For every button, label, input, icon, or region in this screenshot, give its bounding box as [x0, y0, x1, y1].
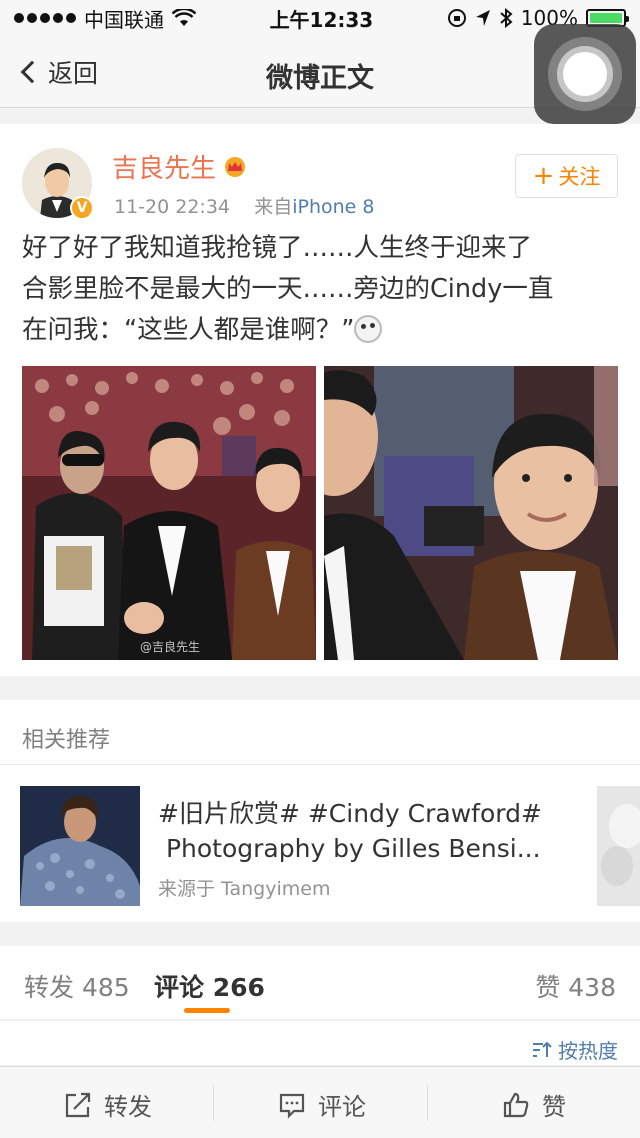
post-meta: 11-20 22:34 来自iPhone 8: [114, 192, 374, 219]
post-source[interactable]: iPhone 8: [292, 196, 374, 218]
related-text-line: Photography by Gilles Bensi...: [158, 834, 541, 863]
comment-button[interactable]: 评论: [278, 1087, 366, 1122]
source-prefix: 来自: [254, 196, 293, 218]
sort-icon: [533, 1041, 552, 1057]
status-left: 中国联通: [14, 4, 196, 33]
carrier-label: 中国联通: [84, 7, 164, 32]
divider: [213, 1085, 214, 1121]
follow-button[interactable]: + 关注: [515, 154, 618, 198]
comment-icon: [279, 1093, 305, 1119]
like-count: 438: [568, 973, 616, 1002]
post-text: 好了好了我知道我抢镜了……人生终于迎来了 合影里脸不是最大的一天……旁边的Cin…: [22, 228, 622, 351]
related-text-line: #旧片欣赏# #Cindy Crawford#: [158, 799, 542, 828]
weibo-post: V 吉良先生 11-20 22:34 来自iPhone 8 + 关注 好了好了我…: [0, 124, 640, 676]
post-image-2[interactable]: [324, 366, 618, 660]
related-item-text[interactable]: #旧片欣赏# #Cindy Crawford# Photography by G…: [158, 796, 578, 866]
bottom-toolbar: 转发 评论 赞: [0, 1066, 640, 1138]
post-text-line-3: 在问我：“这些人都是谁啊？”: [22, 310, 622, 351]
rotation-lock-icon: [447, 9, 466, 27]
sort-row: 按热度: [0, 1021, 640, 1065]
verified-badge-icon: V: [70, 196, 94, 220]
related-thumbnail-next[interactable]: [597, 786, 640, 906]
follow-label: 关注: [558, 165, 601, 189]
status-time: 上午12:33: [269, 7, 374, 32]
plus-icon: +: [532, 161, 555, 191]
divider: [0, 764, 640, 765]
wifi-icon: [172, 9, 196, 26]
post-text-line: 合影里脸不是最大的一天……旁边的Cindy一直: [22, 274, 554, 304]
dog-emoji-icon: [354, 315, 383, 343]
sort-button[interactable]: 按热度: [532, 1035, 618, 1064]
image-watermark: @吉良先生: [140, 640, 201, 654]
crown-icon: [225, 156, 246, 177]
username-label: 吉良先生: [112, 154, 217, 184]
repost-button[interactable]: 转发: [64, 1087, 152, 1122]
share-icon: [65, 1092, 91, 1117]
comment-label: 评论: [318, 1093, 366, 1121]
tab-label: 评论: [154, 973, 205, 1002]
interaction-tabs: 转发 485 评论 266 赞 438: [0, 946, 640, 1020]
repost-count: 485: [81, 973, 130, 1002]
post-image-1[interactable]: @吉良先生: [22, 366, 316, 660]
tab-like[interactable]: 赞 438: [535, 968, 616, 1004]
tab-label: 转发: [24, 973, 75, 1002]
repost-label: 转发: [104, 1093, 152, 1121]
divider: [427, 1085, 428, 1121]
assistive-touch-button[interactable]: [534, 24, 636, 124]
tab-repost[interactable]: 转发 485: [24, 968, 130, 1004]
related-thumbnail[interactable]: [20, 786, 140, 906]
thumbs-up-icon: [503, 1092, 529, 1117]
location-icon: [475, 10, 490, 26]
post-text-line: 好了好了我知道我抢镜了……人生终于迎来了: [22, 233, 533, 263]
username[interactable]: 吉良先生: [112, 148, 248, 185]
tab-label: 赞: [535, 973, 561, 1002]
sort-label: 按热度: [558, 1039, 618, 1063]
like-label: 赞: [542, 1093, 566, 1121]
related-section: 相关推荐 #旧片欣赏# #Cindy Crawford# Photography…: [0, 700, 640, 922]
active-tab-indicator: [184, 1008, 230, 1013]
tab-comment[interactable]: 评论 266: [154, 968, 265, 1004]
post-text-line: 在问我：“这些人都是谁啊？”: [22, 315, 355, 345]
bluetooth-icon: [500, 8, 513, 28]
signal-icon: [14, 13, 76, 23]
post-time: 11-20 22:34: [114, 196, 231, 218]
like-button[interactable]: 赞: [502, 1087, 566, 1122]
related-source: 来源于 Tangyimem: [158, 878, 331, 900]
comment-count: 266: [212, 973, 265, 1002]
related-title: 相关推荐: [22, 728, 111, 753]
